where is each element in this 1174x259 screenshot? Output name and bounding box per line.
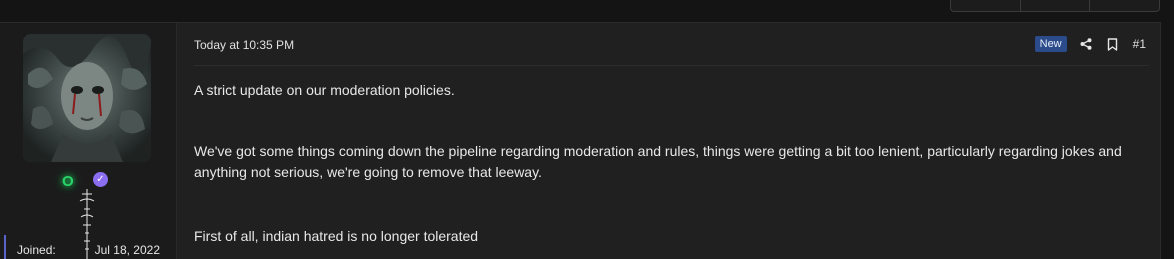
post-paragraph: We've got some things coming down the pi… [194,143,1122,180]
post-number-link[interactable]: #1 [1133,37,1146,51]
top-toolbar [950,0,1160,12]
toolbar-segment[interactable] [1089,0,1159,11]
bookmark-icon[interactable] [1106,37,1120,51]
forum-post: O ✓ Joined: Jul 18, 2022 Today at 10:35 … [0,22,1161,259]
toolbar-segment[interactable] [1019,0,1090,11]
joined-info: Joined: Jul 18, 2022 [4,235,174,259]
joined-label: Joined: [17,243,56,257]
joined-date: Jul 18, 2022 [94,243,160,257]
avatar[interactable] [23,34,151,162]
post-main: Today at 10:35 PM New #1 A strict update… [177,23,1160,259]
post-paragraph: A strict update on our moderation polici… [194,82,455,98]
post-header: Today at 10:35 PM New #1 [194,23,1149,66]
avatar-image [23,34,151,162]
toolbar-segment[interactable] [951,0,1020,11]
post-date[interactable]: Today at 10:35 PM [194,38,294,52]
post-actions: New #1 [1034,35,1149,53]
share-icon[interactable] [1079,37,1093,51]
page: O ✓ Joined: Jul 18, 2022 Today at 10:35 … [0,0,1174,259]
username[interactable]: O [62,173,75,190]
check-icon: ✓ [93,172,108,187]
post-paragraph: First of all, indian hatred is no longer… [194,228,479,244]
user-info-column: O ✓ Joined: Jul 18, 2022 [0,23,177,259]
new-badge: New [1034,36,1067,52]
